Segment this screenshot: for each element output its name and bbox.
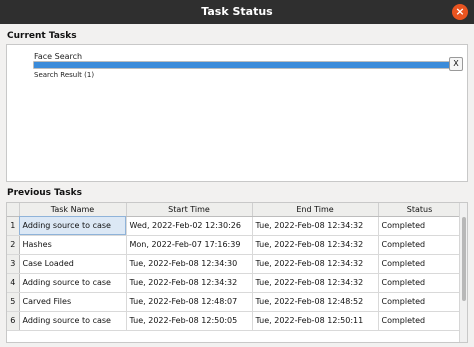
cell-end-time[interactable]: Tue, 2022-Feb-08 12:34:32	[252, 273, 379, 293]
table-row[interactable]: 2 Hashes Mon, 2022-Feb-07 17:16:39 Tue, …	[7, 235, 462, 255]
cell-start-time[interactable]: Tue, 2022-Feb-08 12:48:07	[126, 292, 253, 312]
cell-task-name[interactable]: Adding source to case	[19, 216, 127, 236]
cell-start-time[interactable]: Tue, 2022-Feb-08 12:34:30	[126, 254, 253, 274]
row-number: 5	[7, 292, 20, 312]
row-number: 3	[7, 254, 20, 274]
close-button[interactable]: ×	[452, 4, 468, 20]
table-row[interactable]: 4 Adding source to case Tue, 2022-Feb-08…	[7, 273, 462, 293]
cell-task-name[interactable]: Adding source to case	[19, 311, 127, 331]
current-task-name: Face Search	[34, 52, 83, 61]
title-bar: Task Status ×	[0, 0, 474, 24]
table-header-row: Task Name Start Time End Time Status	[7, 203, 462, 217]
cell-start-time[interactable]: Mon, 2022-Feb-07 17:16:39	[126, 235, 253, 255]
cell-status[interactable]: Completed	[378, 235, 462, 255]
column-header-status[interactable]: Status	[378, 203, 462, 217]
cell-end-time[interactable]: Tue, 2022-Feb-08 12:48:52	[252, 292, 379, 312]
row-number: 2	[7, 235, 20, 255]
cell-task-name[interactable]: Case Loaded	[19, 254, 127, 274]
task-progress-bar	[33, 61, 453, 69]
row-number: 4	[7, 273, 20, 293]
current-tasks-heading: Current Tasks	[7, 31, 77, 41]
cell-start-time[interactable]: Tue, 2022-Feb-08 12:34:32	[126, 273, 253, 293]
cell-status[interactable]: Completed	[378, 292, 462, 312]
cell-status[interactable]: Completed	[378, 216, 462, 236]
table-row[interactable]: 1 Adding source to case Wed, 2022-Feb-02…	[7, 216, 462, 236]
table-scrollbar[interactable]	[459, 203, 467, 342]
column-header-start-time[interactable]: Start Time	[126, 203, 253, 217]
current-tasks-panel: Face Search X Search Result (1)	[6, 44, 468, 182]
cell-task-name[interactable]: Carved Files	[19, 292, 127, 312]
cell-task-name[interactable]: Hashes	[19, 235, 127, 255]
cell-end-time[interactable]: Tue, 2022-Feb-08 12:34:32	[252, 216, 379, 236]
scrollbar-thumb[interactable]	[462, 217, 466, 301]
previous-tasks-table: Task Name Start Time End Time Status 1 A…	[6, 202, 468, 343]
window-title: Task Status	[201, 5, 273, 18]
column-header-end-time[interactable]: End Time	[252, 203, 379, 217]
cell-status[interactable]: Completed	[378, 311, 462, 331]
cell-end-time[interactable]: Tue, 2022-Feb-08 12:34:32	[252, 235, 379, 255]
row-number: 1	[7, 216, 20, 236]
row-number: 6	[7, 311, 20, 331]
cancel-task-button[interactable]: X	[449, 57, 463, 71]
row-number-header	[7, 203, 20, 217]
cell-end-time[interactable]: Tue, 2022-Feb-08 12:34:32	[252, 254, 379, 274]
table-row[interactable]: 3 Case Loaded Tue, 2022-Feb-08 12:34:30 …	[7, 254, 462, 274]
cell-end-time[interactable]: Tue, 2022-Feb-08 12:50:11	[252, 311, 379, 331]
progress-fill	[34, 62, 452, 68]
column-header-task-name[interactable]: Task Name	[19, 203, 127, 217]
cell-task-name[interactable]: Adding source to case	[19, 273, 127, 293]
table-row[interactable]: 6 Adding source to case Tue, 2022-Feb-08…	[7, 311, 462, 331]
cell-start-time[interactable]: Wed, 2022-Feb-02 12:30:26	[126, 216, 253, 236]
cell-start-time[interactable]: Tue, 2022-Feb-08 12:50:05	[126, 311, 253, 331]
current-task-result: Search Result (1)	[34, 71, 95, 79]
previous-tasks-heading: Previous Tasks	[7, 188, 82, 198]
cell-status[interactable]: Completed	[378, 254, 462, 274]
table-row[interactable]: 5 Carved Files Tue, 2022-Feb-08 12:48:07…	[7, 292, 462, 312]
cell-status[interactable]: Completed	[378, 273, 462, 293]
